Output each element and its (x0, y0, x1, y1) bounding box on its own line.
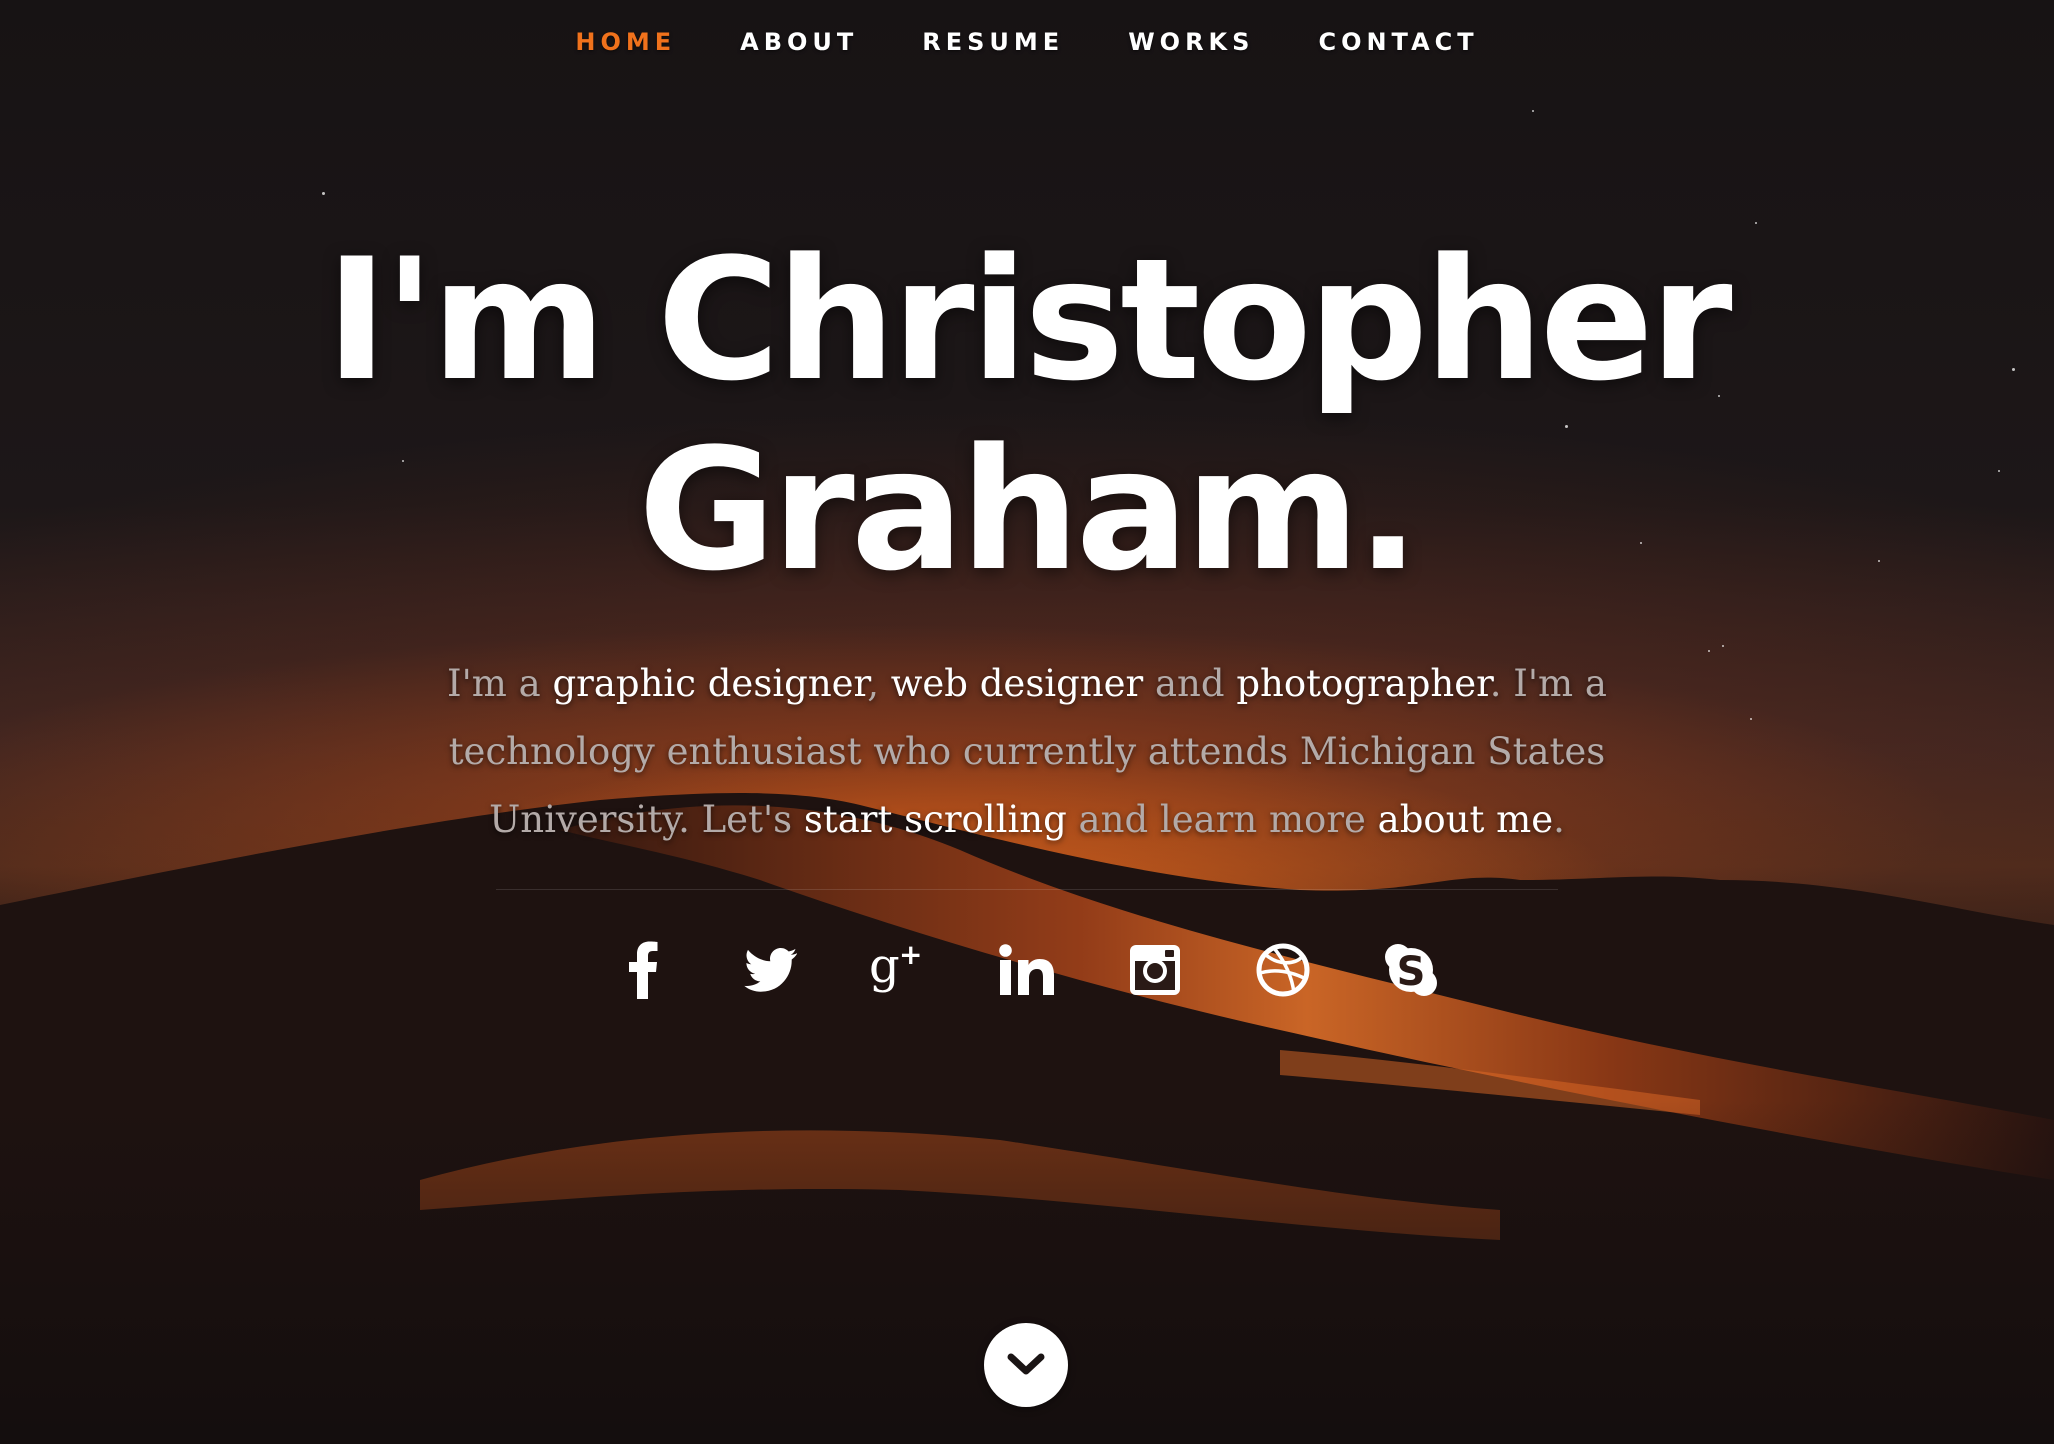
intro-photographer: photographer (1236, 662, 1490, 705)
intro-text-2: , (867, 662, 891, 705)
dribbble-icon[interactable] (1248, 938, 1318, 1002)
nav-contact[interactable]: CONTACT (1286, 24, 1510, 60)
intro-text-3: and (1143, 662, 1237, 705)
intro-text-5: and learn more (1066, 798, 1378, 841)
intro-start-scrolling-link[interactable]: start scrolling (804, 798, 1067, 841)
svg-text:+: + (899, 940, 922, 971)
hero-section: HOME ABOUT RESUME WORKS CONTACT I'm Chri… (0, 0, 2054, 1444)
chevron-down-icon (1007, 1353, 1045, 1375)
nav-resume[interactable]: RESUME (890, 24, 1096, 60)
hero-intro: I'm a graphic designer, web designer and… (440, 650, 1614, 854)
skype-icon[interactable]: S (1376, 938, 1446, 1002)
intro-text-6: . (1553, 798, 1565, 841)
main-nav: HOME ABOUT RESUME WORKS CONTACT (0, 24, 2054, 60)
twitter-icon[interactable] (736, 938, 806, 1002)
svg-text:g: g (869, 940, 900, 994)
intro-web-designer: web designer (890, 662, 1144, 705)
nav-about[interactable]: ABOUT (708, 24, 890, 60)
facebook-icon[interactable] (608, 938, 678, 1002)
scroll-down-button[interactable] (984, 1323, 1068, 1407)
headline-line-2: Graham. (638, 412, 1420, 608)
intro-about-me-link[interactable]: about me (1378, 798, 1553, 841)
nav-works[interactable]: WORKS (1096, 24, 1286, 60)
instagram-icon[interactable] (1120, 938, 1190, 1002)
intro-graphic-designer: graphic designer (552, 662, 868, 705)
google-plus-icon[interactable]: g + (864, 938, 934, 1002)
headline-line-1: I'm Christopher (325, 222, 1732, 418)
intro-text-1: I'm a (447, 662, 553, 705)
hero-headline: I'm Christopher Graham. (0, 225, 2054, 605)
linkedin-icon[interactable] (992, 938, 1062, 1002)
social-links: g + S (0, 938, 2054, 1002)
hero-divider (496, 889, 1558, 890)
svg-text:S: S (1397, 949, 1426, 995)
nav-home[interactable]: HOME (543, 24, 708, 60)
